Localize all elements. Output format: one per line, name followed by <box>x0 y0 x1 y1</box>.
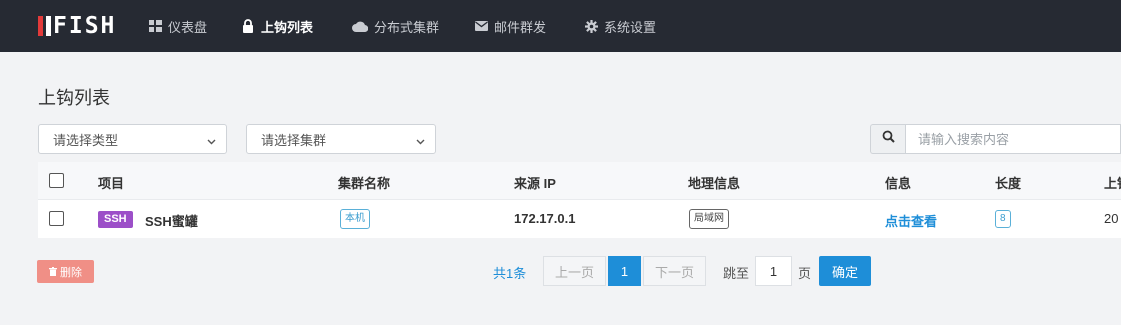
col-geo: 地理信息 <box>688 176 741 191</box>
nav-cluster-label: 分布式集群 <box>374 19 440 35</box>
col-project: 项目 <box>98 176 125 191</box>
nav-dashboard[interactable]: 仪表盘 <box>148 16 207 36</box>
type-select[interactable]: 请选择类型 <box>38 124 227 154</box>
total-count: 共1条 <box>493 266 527 281</box>
next-page-button[interactable]: 下一页 <box>643 256 706 286</box>
chevron-down-icon <box>416 134 425 149</box>
type-select-value: 请选择类型 <box>53 132 119 148</box>
hook-time: 20 <box>1104 211 1119 226</box>
page-title: 上钩列表 <box>38 88 110 108</box>
logo-red-bar <box>38 16 43 36</box>
jump-to-label: 跳至 <box>723 266 750 281</box>
hook-table: 项目 集群名称 来源 IP 地理信息 信息 长度 上钩 SSH SSH蜜罐 本机… <box>38 162 1121 238</box>
col-cluster: 集群名称 <box>338 176 391 191</box>
gear-icon <box>584 19 598 33</box>
delete-label: 删除 <box>60 266 82 279</box>
nav-settings-label: 系统设置 <box>604 19 657 35</box>
nav-hook-list[interactable]: 上钩列表 <box>241 16 313 36</box>
nav-cluster[interactable]: 分布式集群 <box>352 16 439 36</box>
project-type-badge: SSH <box>98 211 133 228</box>
mail-icon <box>474 19 488 33</box>
page-unit-label: 页 <box>798 266 812 281</box>
prev-page-button[interactable]: 上一页 <box>543 256 606 286</box>
chevron-down-icon <box>207 134 216 149</box>
search-icon <box>882 130 895 148</box>
source-ip: 172.17.0.1 <box>514 211 576 226</box>
nav-hook-list-label: 上钩列表 <box>261 19 314 35</box>
geo-tag: 局域网 <box>689 209 729 229</box>
length-badge: 8 <box>995 210 1011 228</box>
cloud-icon <box>352 19 368 33</box>
top-navbar: FISH 仪表盘 上钩列表 分布式集群 邮件群发 系统设置 <box>0 0 1121 52</box>
logo-text: FISH <box>53 13 117 39</box>
trash-icon <box>49 267 57 276</box>
hfish-logo[interactable]: FISH <box>38 13 116 39</box>
search-box <box>870 124 1121 154</box>
current-page-button[interactable]: 1 <box>608 256 641 286</box>
row-checkbox[interactable] <box>49 211 64 226</box>
delete-button[interactable]: 删除 <box>37 260 94 283</box>
col-length: 长度 <box>995 176 1022 191</box>
nav-dashboard-label: 仪表盘 <box>168 19 208 35</box>
col-source-ip: 来源 IP <box>514 176 556 191</box>
col-hook-time: 上钩 <box>1104 176 1121 191</box>
table-row[interactable]: SSH SSH蜜罐 本机 172.17.0.1 局域网 点击查看 8 20 <box>38 199 1121 238</box>
cluster-select-value: 请选择集群 <box>261 132 327 148</box>
nav-settings[interactable]: 系统设置 <box>584 16 656 36</box>
search-input[interactable] <box>905 124 1121 154</box>
view-info-link[interactable]: 点击查看 <box>885 211 937 230</box>
nav-mail-label: 邮件群发 <box>494 19 547 35</box>
lock-icon <box>241 19 255 33</box>
cluster-select[interactable]: 请选择集群 <box>246 124 436 154</box>
table-header: 项目 集群名称 来源 IP 地理信息 信息 长度 上钩 <box>38 162 1121 199</box>
jump-page-input[interactable]: 1 <box>755 256 792 286</box>
nav-mail[interactable]: 邮件群发 <box>474 16 546 36</box>
project-name: SSH蜜罐 <box>145 214 198 229</box>
cluster-tag: 本机 <box>340 209 370 229</box>
col-info: 信息 <box>885 176 912 191</box>
dashboard-icon <box>148 19 162 33</box>
logo-white-bar <box>46 16 51 36</box>
confirm-jump-button[interactable]: 确定 <box>819 256 871 286</box>
select-all-checkbox[interactable] <box>49 173 64 188</box>
search-button[interactable] <box>870 124 905 154</box>
